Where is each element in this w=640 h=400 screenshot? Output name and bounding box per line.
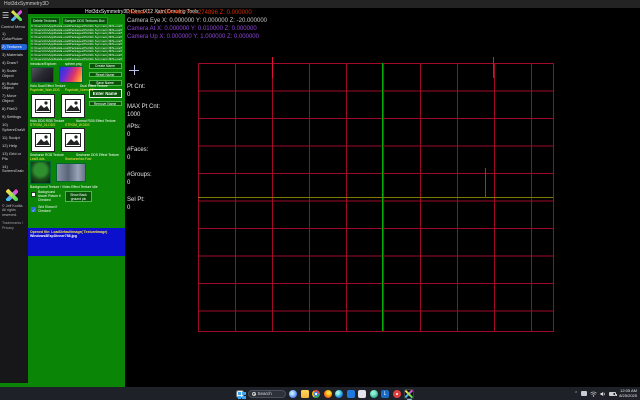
crosshair-cursor-icon xyxy=(129,65,139,75)
opened-file-status-panel: Opened file: LoadDefaultImage( TextureIm… xyxy=(28,228,125,256)
hot3dx-footer-logo-icon xyxy=(6,189,18,201)
sidebar-item-grid-or-pts[interactable]: 13) Grid or Pts xyxy=(1,151,27,162)
screen: Hot3dxSymmetry3D ☰ Control Menu 1) Color… xyxy=(0,0,640,400)
sidebar-item-fileio[interactable]: 8) FileIO xyxy=(1,106,27,113)
blue-l-app-icon[interactable]: L xyxy=(381,390,389,398)
mouse-coords-text: Mouse X: -13.904468 Y: 9.274896 Z: 0.000… xyxy=(127,9,267,17)
window-caption: Hot3dxSymmetry3D xyxy=(4,1,49,7)
store-icon[interactable] xyxy=(347,390,355,398)
sidebar-item-scale-object[interactable]: 5) Scale Object xyxy=(1,68,27,79)
file-explorer-icon[interactable] xyxy=(301,390,309,398)
grid-shown-checkbox-label: Grid Shown if Checked xyxy=(38,206,64,214)
stat-label: MAX Pt Cnt: xyxy=(127,103,160,111)
seahorse-texture-thumbnail[interactable] xyxy=(56,163,86,182)
teal-app-icon[interactable] xyxy=(370,390,378,398)
window-titlebar: Hot3dxSymmetry3D xyxy=(0,0,640,8)
texture-panel: Delete Textures Sample DDS Textures Box … xyxy=(28,14,125,387)
stat-value: 0 xyxy=(127,179,160,187)
start-button[interactable] xyxy=(236,390,244,398)
tray-chevron-up-icon[interactable]: ⌃ xyxy=(574,391,578,397)
sidebar: ☰ Control Menu 1) ColorPicker 2) Texture… xyxy=(0,8,28,383)
camera-eye-text: Camera Eye X: 0.000000 Y: 0.000000 Z: -2… xyxy=(127,17,267,25)
sidebar-item-materials[interactable]: 3) Materials xyxy=(1,52,27,59)
battery-icon[interactable] xyxy=(609,392,616,396)
pinned-app-icon[interactable] xyxy=(393,390,401,398)
section3-file-right: SeahorseNor.Fwd xyxy=(65,158,91,162)
background-picture-checkbox-label: Background shown Picture if Checked xyxy=(38,191,64,202)
tray-date: 8/25/2025 xyxy=(619,394,637,399)
search-label: Search xyxy=(258,390,272,398)
search-icon xyxy=(252,392,256,396)
copilot-icon[interactable] xyxy=(289,390,297,398)
tray-folder-icon[interactable] xyxy=(581,391,587,396)
texture-placeholder-thumbnail[interactable] xyxy=(31,94,55,118)
texture-thumbnail-sphere[interactable] xyxy=(59,66,83,83)
opened-file-status-line2: Windows8ExpDinner768.jpg xyxy=(30,234,123,238)
section1-file-left: Psychdel_Wah.DDS xyxy=(30,89,60,93)
taskbar: Search L ⌃ 12:05 AM 8/25/2025 xyxy=(0,387,640,400)
stat-label: Pt Cnt: xyxy=(127,83,160,91)
show-background-pic-button[interactable]: Show Back ground pic xyxy=(65,191,92,202)
stat-label: #Faces: xyxy=(127,146,160,154)
stat-value: 0 xyxy=(127,91,160,99)
sidebar-item-move-object[interactable]: 7) Move Object xyxy=(1,93,27,104)
sidebar-item-textures[interactable]: 2) Textures xyxy=(1,44,27,51)
texture-file-row[interactable]: C:\Users\Us\AppData\Local\Packages\Hot3d… xyxy=(31,58,122,61)
texture-placeholder-thumbnail[interactable] xyxy=(31,128,55,152)
grid-shown-checkbox[interactable] xyxy=(31,207,36,212)
grid-tick-mark xyxy=(493,57,494,78)
sidebar-item-screengrab[interactable]: 14) ScreenGrab xyxy=(1,164,27,175)
sidebar-item-spheredraw[interactable]: 10) SphereDraW xyxy=(1,122,27,133)
camera-up-text: Camera Up X: 0.000000 Y: 1.000000 Z: 0.0… xyxy=(127,33,267,41)
tree-texture-thumbnail[interactable] xyxy=(30,161,51,184)
copyright-text: © Jeff Kodila. All rights reserved. xyxy=(2,204,26,217)
hot3dx-taskbar-icon-active[interactable] xyxy=(404,389,414,399)
section1-file-right: Psychdel_Normal 2 xyxy=(65,89,94,93)
stat-value: 0 xyxy=(127,131,160,139)
sidebar-item-sculpt[interactable]: 11) Sculpt xyxy=(1,135,27,142)
create-name-button[interactable]: Create Name xyxy=(89,63,122,69)
texture-placeholder-thumbnail[interactable] xyxy=(61,128,85,152)
texture-placeholder-thumbnail[interactable] xyxy=(61,94,85,118)
sidebar-item-draw[interactable]: 4) Draw? xyxy=(1,60,27,67)
workspace: Hot3dxSymmetry3D DirectX12 Xaml Drawing … xyxy=(28,8,640,387)
document-app-icon[interactable] xyxy=(358,390,366,398)
hot3dx-logo-icon xyxy=(11,10,22,21)
taskbar-clock[interactable]: 12:05 AM 8/25/2025 xyxy=(619,389,637,399)
trademarks-privacy-link[interactable]: Trademarks / Privacy xyxy=(2,221,26,230)
stat-label: Sel Pt: xyxy=(127,196,160,204)
background-picture-checkbox[interactable] xyxy=(31,192,36,197)
sidebar-item-settings[interactable]: 9) Settings xyxy=(1,114,27,121)
firefox-icon[interactable] xyxy=(324,390,332,398)
texture-thumbnail-photo[interactable] xyxy=(31,67,54,83)
chrome-icon[interactable] xyxy=(312,390,320,398)
stat-value: 0 xyxy=(127,154,160,162)
volume-icon[interactable] xyxy=(600,391,606,397)
grid-horizontal-axis xyxy=(198,197,553,198)
viewport-stats: Pt Cnt:0 MAX Pt Cnt:1000 #Pts:0 #Faces:0… xyxy=(127,83,160,216)
grid-tick-mark xyxy=(272,57,273,78)
stat-label: #Groups: xyxy=(127,171,160,179)
coordinate-readout: Mouse X: -13.904468 Y: 9.274896 Z: 0.000… xyxy=(127,9,267,41)
texture-file-list: C:\Users\Us\AppData\Local\Packages\Hot3d… xyxy=(30,24,123,61)
camera-at-text: Camera At X: 0.000000 Y: 0.010000 Z: 0.0… xyxy=(127,25,267,33)
reset-name-button[interactable]: Reset Name xyxy=(89,72,122,78)
sidebar-item-colorpicker[interactable]: 1) ColorPicker xyxy=(1,31,27,42)
hamburger-menu-icon[interactable]: ☰ xyxy=(2,12,9,20)
grid-tick-mark xyxy=(485,168,486,198)
stat-label: #Pts: xyxy=(127,123,160,131)
sidebar-item-rotate-object[interactable]: 6) Rotate Object xyxy=(1,81,27,92)
stat-value: 1000 xyxy=(127,111,160,119)
taskbar-search[interactable]: Search xyxy=(248,390,286,398)
edge-icon[interactable] xyxy=(335,390,343,398)
remove-name-button[interactable]: Remove Name xyxy=(89,101,122,107)
stat-value: 0 xyxy=(127,204,160,212)
sidebar-item-help[interactable]: 12) Help xyxy=(1,143,27,150)
introduce-explore-label: Introduce/Explore: xyxy=(30,63,57,67)
wifi-icon[interactable] xyxy=(590,391,597,397)
control-menu-label: Control Menu xyxy=(0,22,28,31)
sidebar-menu: 1) ColorPicker 2) Textures 3) Materials … xyxy=(0,31,28,175)
drawing-grid[interactable] xyxy=(198,63,554,332)
